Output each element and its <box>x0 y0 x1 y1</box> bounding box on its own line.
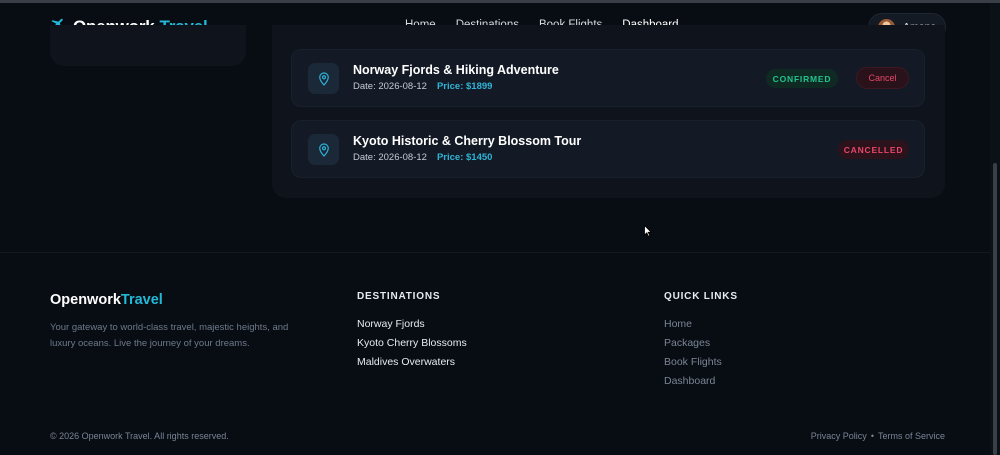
scrollbar-thumb[interactable] <box>993 163 997 455</box>
map-pin-icon <box>308 63 339 94</box>
dashboard-sidebar <box>50 25 246 66</box>
footer-tagline: Your gateway to world-class travel, maje… <box>50 322 289 349</box>
footer-link-maldives-overwaters[interactable]: Maldives Overwaters <box>357 353 467 372</box>
cancel-booking-button[interactable]: Cancel <box>856 67 909 89</box>
destinations-heading: DESTINATIONS <box>357 291 441 302</box>
footer-logo[interactable]: OpenworkTravel <box>50 292 163 308</box>
booking-card: Norway Fjords & Hiking Adventure Date: 2… <box>291 49 925 107</box>
quick-links-heading: QUICK LINKS <box>664 291 738 302</box>
map-pin-icon <box>308 134 339 165</box>
footer-divider <box>0 252 990 253</box>
privacy-policy-link[interactable]: Privacy Policy <box>811 431 867 441</box>
copyright-text: © 2026 Openwork Travel. All rights reser… <box>50 431 229 441</box>
booking-meta: Date: 2026-08-12 Price: $1450 <box>353 152 492 163</box>
booking-date: Date: 2026-08-12 <box>353 81 427 92</box>
footer-logo-accent: Travel <box>120 292 163 308</box>
booking-meta: Date: 2026-08-12 Price: $1899 <box>353 81 492 92</box>
booking-card: Kyoto Historic & Cherry Blossom Tour Dat… <box>291 120 925 178</box>
booking-date: Date: 2026-08-12 <box>353 152 427 163</box>
mouse-cursor-icon <box>644 224 653 242</box>
status-badge-confirmed: CONFIRMED <box>766 69 838 88</box>
legal-separator: • <box>870 431 874 441</box>
booking-price: Price: $1899 <box>436 81 493 92</box>
footer-link-norway-fjords[interactable]: Norway Fjords <box>357 315 467 334</box>
footer-link-packages[interactable]: Packages <box>664 334 722 353</box>
status-badge-cancelled: CANCELLED <box>838 140 909 159</box>
destinations-list: Norway Fjords Kyoto Cherry Blossoms Mald… <box>357 315 467 372</box>
page-scrollbar[interactable] <box>990 3 1000 455</box>
footer-link-book-flights[interactable]: Book Flights <box>664 353 722 372</box>
footer-logo-main: Openwork <box>50 292 121 308</box>
booking-price: Price: $1450 <box>436 152 493 163</box>
terms-of-service-link[interactable]: Terms of Service <box>878 431 945 441</box>
quick-links-list: Home Packages Book Flights Dashboard <box>664 315 722 391</box>
footer-link-home[interactable]: Home <box>664 315 722 334</box>
booking-title: Kyoto Historic & Cherry Blossom Tour <box>353 134 582 148</box>
legal-links: Privacy Policy • Terms of Service <box>811 431 945 441</box>
footer-link-dashboard[interactable]: Dashboard <box>664 372 722 391</box>
footer-link-kyoto-cherry-blossoms[interactable]: Kyoto Cherry Blossoms <box>357 334 467 353</box>
booking-title: Norway Fjords & Hiking Adventure <box>353 63 559 77</box>
